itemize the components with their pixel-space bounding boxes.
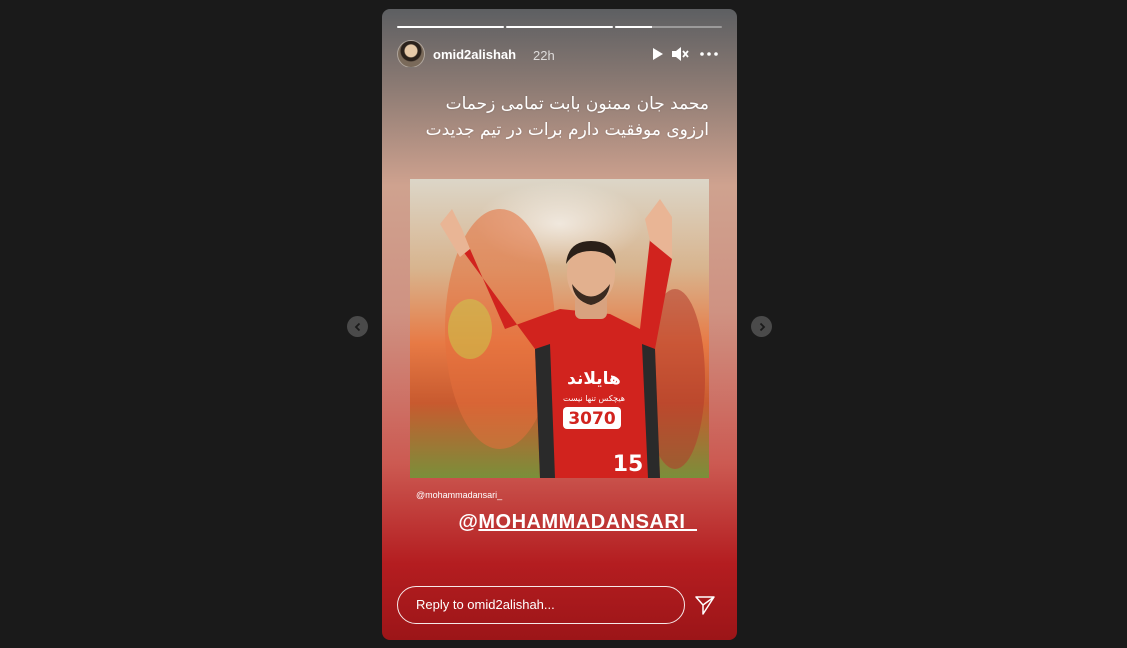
jersey-sponsor: هایلاند [567,369,621,389]
username[interactable]: omid2alishah [433,47,516,62]
story-caption: محمد جان ممنون بابت تمامی زحمات ارزوی مو… [409,91,709,143]
timestamp: 22h [533,48,555,63]
player-illustration: هایلاند هیچکس تنها نیست 3070 15 [440,199,705,478]
next-story-button[interactable] [751,316,772,337]
avatar[interactable] [397,40,425,68]
play-button[interactable] [648,44,668,64]
progress-segment [615,26,722,28]
story-viewer: omid2alishah 22h محمد جان ممنون بابت تما… [382,9,737,640]
progress-segment [506,26,613,28]
photo-credit: @mohammadansari_ [416,490,503,500]
send-icon [695,596,715,615]
more-options-button[interactable] [699,44,719,64]
mention-at: @ [458,511,479,533]
jersey-tagline: هیچکس تنها نیست [563,394,625,403]
mention-sticker[interactable]: @MOHAMMADANSARI_ [458,511,697,534]
mute-button[interactable] [670,44,690,64]
progress-segment [397,26,504,28]
caption-line: محمد جان ممنون بابت تمامی زحمات [445,94,709,114]
play-icon [653,48,663,60]
story-photo: هایلاند هیچکس تنها نیست 3070 15 [410,179,709,478]
jersey-number: 15 [613,452,644,477]
previous-story-button[interactable] [347,316,368,337]
jersey-code: 3070 [568,409,615,429]
more-icon [700,52,718,56]
story-progress-bar [397,26,722,28]
story-header: omid2alishah 22h [397,40,722,70]
send-button[interactable] [694,594,716,616]
chevron-right-icon [759,322,765,331]
mute-icon [672,47,689,61]
chevron-left-icon [354,322,360,331]
mention-name: MOHAMMADANSARI_ [478,511,697,533]
reply-input[interactable]: Reply to omid2alishah... [397,586,685,624]
caption-line: ارزوی موفقیت دارم برات در تیم جدیدت [425,120,709,140]
